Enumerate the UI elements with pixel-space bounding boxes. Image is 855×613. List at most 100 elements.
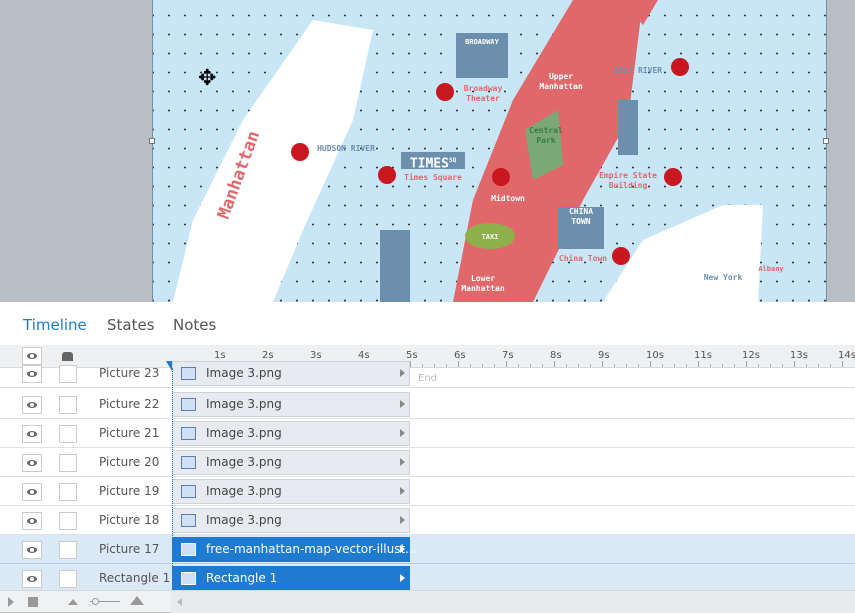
china-town-sign: CHINA TOWN <box>568 207 594 226</box>
timeline-bar-label: Image 3.png <box>206 426 282 440</box>
expand-arrow-icon[interactable] <box>400 545 405 553</box>
timeline-bar[interactable]: Image 3.png <box>172 479 410 504</box>
timeline-bar[interactable]: Image 3.png <box>172 392 410 417</box>
lock-checkbox[interactable] <box>59 425 77 443</box>
layer-name: Picture 17 <box>99 542 160 556</box>
lock-checkbox[interactable] <box>59 396 77 414</box>
end-marker-label: End <box>418 373 438 384</box>
resize-handle-left[interactable] <box>149 138 155 144</box>
timeline-bar-label: Rectangle 1 <box>206 571 278 585</box>
midtown-label: Midtown <box>491 194 525 203</box>
broadway-sign: BROADWAY <box>465 38 499 46</box>
timeline-bar[interactable]: Rectangle 1 <box>172 566 410 591</box>
visibility-eye-icon[interactable] <box>22 512 42 530</box>
timeline-bar-label: Image 3.png <box>206 366 282 380</box>
expand-arrow-icon[interactable] <box>400 369 405 377</box>
zoom-in-icon[interactable] <box>130 596 144 605</box>
zoom-out-icon[interactable] <box>68 599 78 605</box>
timeline-bar-label: Image 3.png <box>206 513 282 527</box>
layer-row[interactable]: Rectangle 1 Rectangle 1 <box>0 564 855 593</box>
east-river-label: EAST RIVER <box>613 66 663 75</box>
lock-checkbox[interactable] <box>59 541 77 559</box>
timeline-bar[interactable]: Image 3.png <box>172 508 410 533</box>
lock-checkbox[interactable] <box>59 483 77 501</box>
visibility-eye-icon[interactable] <box>22 541 42 559</box>
times-sign: TIMESSQ <box>401 152 465 172</box>
upper-manhattan-label: Upper Manhattan <box>539 72 583 91</box>
expand-arrow-icon[interactable] <box>400 458 405 466</box>
expand-arrow-icon[interactable] <box>400 400 405 408</box>
visibility-eye-icon[interactable] <box>22 454 42 472</box>
china-town-label: China Town <box>558 254 608 263</box>
lower-manhattan-label: Lower Manhattan <box>461 274 505 293</box>
layer-name: Rectangle 1 <box>99 571 171 585</box>
lock-checkbox[interactable] <box>59 454 77 472</box>
times-square-label: Times Square <box>404 173 462 182</box>
move-cursor-icon: ✥ <box>198 66 217 91</box>
image-icon <box>181 398 196 411</box>
visibility-eye-icon[interactable] <box>22 483 42 501</box>
expand-arrow-icon[interactable] <box>400 487 405 495</box>
timeline-controls <box>0 590 855 613</box>
visibility-eye-icon[interactable] <box>22 365 42 383</box>
visibility-eye-icon[interactable] <box>22 425 42 443</box>
timeline-bar[interactable]: Image 3.png <box>172 421 410 446</box>
layer-name: Picture 20 <box>99 455 160 469</box>
expand-arrow-icon[interactable] <box>400 429 405 437</box>
canvas-stage: Manhattan Upper Manhattan BROADWAY Broad… <box>0 0 855 302</box>
layer-row[interactable]: Picture 18 Image 3.png <box>0 506 855 535</box>
layer-row[interactable]: Picture 20 Image 3.png <box>0 448 855 477</box>
tab-timeline[interactable]: Timeline <box>23 316 87 334</box>
timeline-bar-label: free-manhattan-map-vector-illust... <box>206 542 417 556</box>
zoom-slider-thumb[interactable] <box>92 598 99 605</box>
timeline-bar-label: Image 3.png <box>206 455 282 469</box>
lock-checkbox[interactable] <box>59 570 77 588</box>
albany-label: Albany <box>758 265 784 273</box>
image-icon <box>181 456 196 469</box>
image-icon <box>181 367 196 380</box>
stop-icon[interactable] <box>28 597 38 607</box>
image-icon <box>181 543 196 556</box>
resize-handle-right[interactable] <box>823 138 829 144</box>
expand-arrow-icon[interactable] <box>400 516 405 524</box>
broadway-label: Broadway Theater <box>463 84 503 103</box>
times-sign-text: TIMES <box>409 156 449 172</box>
timeline-bar-label: Image 3.png <box>206 397 282 411</box>
central-park-label: Central Park <box>529 126 563 145</box>
rectangle-icon <box>181 572 196 585</box>
lock-checkbox[interactable] <box>59 512 77 530</box>
timeline-bar[interactable]: Image 3.png <box>172 361 410 386</box>
timeline-panel: Timeline States Notes 1s 2s 3s 4s 5s 6s 7s 8s 9s… <box>0 302 855 613</box>
layer-row[interactable]: Picture 22 Image 3.png <box>0 390 855 419</box>
play-icon[interactable] <box>8 597 14 607</box>
times-sign-sq: SQ <box>448 157 457 164</box>
tab-states[interactable]: States <box>107 316 155 334</box>
playhead-line <box>172 368 173 590</box>
timeline-bar[interactable]: Image 3.png <box>172 450 410 475</box>
layer-name: Picture 22 <box>99 397 160 411</box>
tab-notes[interactable]: Notes <box>173 316 216 334</box>
new-york-label: New York <box>703 273 743 282</box>
timeline-bar-label: Image 3.png <box>206 484 282 498</box>
layer-name: Picture 19 <box>99 484 160 498</box>
layer-row[interactable]: Picture 17 free-manhattan-map-vector-ill… <box>0 535 855 564</box>
empire-state-label: Empire State Building <box>599 171 657 190</box>
image-icon <box>181 514 196 527</box>
visibility-eye-icon[interactable] <box>22 396 42 414</box>
image-icon <box>181 485 196 498</box>
horizontal-scrollbar[interactable] <box>171 591 855 613</box>
layer-row[interactable]: Picture 21 Image 3.png <box>0 419 855 448</box>
layer-name: Picture 21 <box>99 426 160 440</box>
lock-checkbox[interactable] <box>59 365 77 383</box>
zoom-slider[interactable] <box>90 598 120 605</box>
layer-name: Picture 18 <box>99 513 160 527</box>
expand-arrow-icon[interactable] <box>400 574 405 582</box>
visibility-eye-icon[interactable] <box>22 570 42 588</box>
manhattan-map-image[interactable]: Manhattan Upper Manhattan BROADWAY Broad… <box>152 0 827 302</box>
hudson-river-label: HUDSON RIVER <box>317 144 375 153</box>
layer-row[interactable]: Picture 19 Image 3.png <box>0 477 855 506</box>
scroll-left-icon[interactable] <box>177 598 182 606</box>
timeline-bar[interactable]: free-manhattan-map-vector-illust... <box>172 537 417 562</box>
taxi-label: TAXI <box>481 233 499 241</box>
layer-name: Picture 23 <box>99 366 160 380</box>
